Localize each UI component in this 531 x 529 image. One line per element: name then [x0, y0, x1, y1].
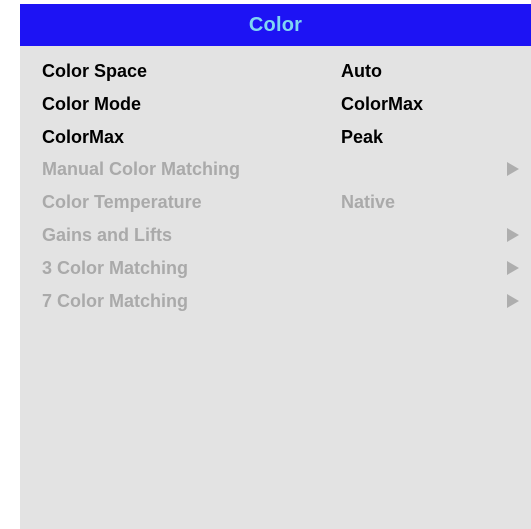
menu-item-label: Gains and Lifts — [42, 224, 173, 245]
menu-list: Color Space Auto Color Mode ColorMax Col… — [20, 60, 531, 322]
menu-item-color-space[interactable]: Color Space Auto — [20, 60, 531, 93]
menu-item-7-color-matching[interactable]: 7 Color Matching — [20, 290, 531, 323]
menu-item-manual-color-matching[interactable]: Manual Color Matching — [20, 158, 531, 191]
triangle-right-icon — [507, 293, 519, 308]
menu-item-value: Auto — [341, 61, 382, 81]
menu-header: Color — [20, 4, 531, 46]
menu-item-label: Color Space — [42, 61, 148, 81]
menu-item-value: ColorMax — [341, 93, 424, 114]
menu-item-color-temperature[interactable]: Color Temperature Native — [20, 191, 531, 224]
menu-item-value: Native — [341, 192, 396, 213]
menu-item-label: 3 Color Matching — [42, 257, 189, 278]
triangle-right-icon — [507, 227, 519, 242]
menu-item-label: Manual Color Matching — [42, 159, 240, 180]
menu-item-3-color-matching[interactable]: 3 Color Matching — [20, 257, 531, 290]
menu-item-label: ColorMax — [42, 126, 125, 147]
menu-item-gains-and-lifts[interactable]: Gains and Lifts — [20, 224, 531, 257]
triangle-right-icon — [507, 260, 519, 275]
menu-title: Color — [248, 13, 303, 36]
menu-item-label: 7 Color Matching — [42, 290, 189, 311]
menu-item-label: Color Mode — [42, 93, 141, 114]
menu-item-value: Peak — [341, 126, 384, 147]
menu-item-label: Color Temperature — [42, 192, 202, 213]
menu-item-color-mode[interactable]: Color Mode ColorMax — [20, 93, 531, 126]
triangle-right-icon — [507, 162, 519, 177]
menu-item-colormax[interactable]: ColorMax Peak — [20, 126, 531, 159]
color-menu-panel: Color Color Space Auto Color Mode ColorM… — [20, 4, 531, 529]
